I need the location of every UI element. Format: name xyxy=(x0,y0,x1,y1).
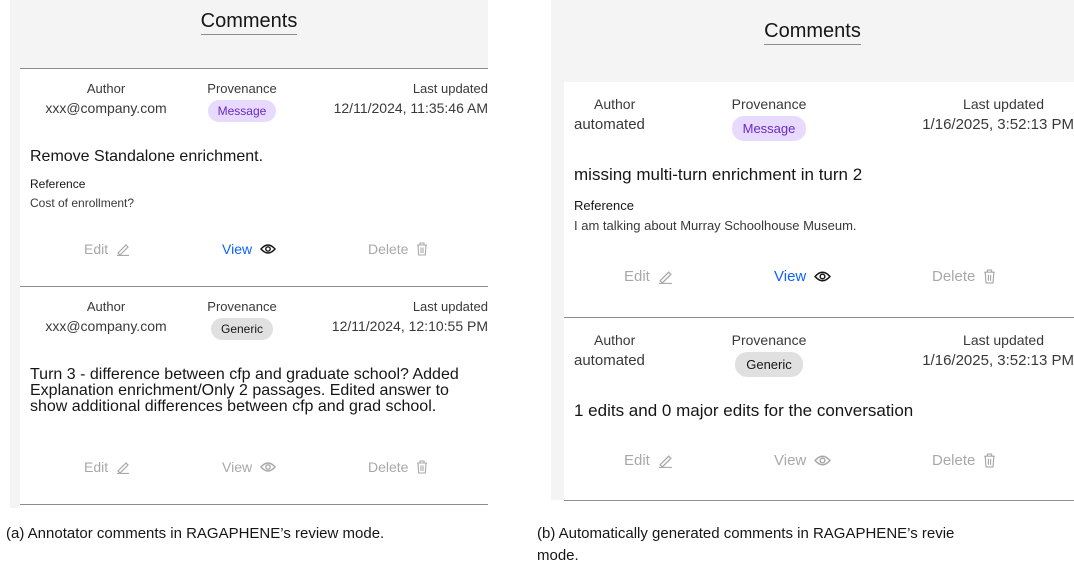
provenance-label: Provenance xyxy=(207,299,277,314)
author-label: Author xyxy=(594,96,636,112)
author-value: xxx@company.com xyxy=(45,100,167,116)
last-updated-value: 1/16/2025, 3:52:13 PM xyxy=(922,352,1074,369)
provenance-tag: Generic xyxy=(735,352,803,377)
delete-label: Delete xyxy=(932,268,976,285)
last-updated-label: Last updated xyxy=(963,96,1044,112)
last-updated-value: 1/16/2025, 3:52:13 PM xyxy=(922,116,1074,133)
author-column: Author automated xyxy=(574,332,664,369)
provenance-column: Provenance Message xyxy=(714,96,824,141)
caption-line-1: (b) Automatically generated comments in … xyxy=(537,525,955,542)
comments-panel-automated: Comments Author automated Provenance Mes… xyxy=(551,0,1074,501)
delete-label: Delete xyxy=(932,452,976,469)
trash-icon xyxy=(417,242,428,256)
provenance-label: Provenance xyxy=(731,332,807,348)
edit-button[interactable]: Edit xyxy=(624,452,673,469)
comment-card: Author automated Provenance Message Last… xyxy=(564,82,1074,318)
comment-list: Author automated Provenance Message Last… xyxy=(564,82,1074,501)
pencil-icon xyxy=(117,462,130,474)
author-column: Author xxx@company.com xyxy=(32,299,180,334)
delete-button[interactable]: Delete xyxy=(932,452,996,469)
last-updated-value: 12/11/2024, 11:35:46 AM xyxy=(333,100,488,116)
author-column: Author automated xyxy=(574,96,664,133)
view-button[interactable]: View xyxy=(222,459,277,475)
last-updated-column: Last updated 1/16/2025, 3:52:13 PM xyxy=(864,96,1074,133)
comment-text: 1 edits and 0 major edits for the conver… xyxy=(574,401,914,420)
comment-card: Author automated Provenance Generic Last… xyxy=(564,318,1074,501)
last-updated-column: Last updated 12/11/2024, 11:35:46 AM xyxy=(302,81,488,116)
author-value: automated xyxy=(574,352,645,369)
edit-button[interactable]: Edit xyxy=(84,241,130,257)
trash-icon xyxy=(417,460,428,474)
trash-icon xyxy=(984,453,996,468)
eye-icon xyxy=(260,244,277,254)
comment-text: Remove Standalone enrichment. xyxy=(30,148,264,165)
provenance-tag: Message xyxy=(207,100,277,122)
last-updated-label: Last updated xyxy=(412,299,488,314)
author-value: automated xyxy=(574,116,645,133)
reference-text: I am talking about Murray Schoolhouse Mu… xyxy=(574,218,857,233)
author-label: Author xyxy=(594,332,636,348)
pencil-icon xyxy=(117,244,130,256)
delete-button[interactable]: Delete xyxy=(368,459,428,475)
pencil-icon xyxy=(658,271,672,284)
eye-icon xyxy=(814,271,832,282)
provenance-tag: Message xyxy=(731,116,807,141)
edit-button[interactable]: Edit xyxy=(84,459,130,475)
view-button[interactable]: View xyxy=(774,452,832,469)
comment-list: Author xxx@company.com Provenance Messag… xyxy=(20,68,488,508)
last-updated-column: Last updated 1/16/2025, 3:52:13 PM xyxy=(864,332,1074,369)
delete-button[interactable]: Delete xyxy=(932,268,996,285)
provenance-column: Provenance Message xyxy=(190,81,294,122)
delete-label: Delete xyxy=(368,241,409,257)
last-updated-value: 12/11/2024, 12:10:55 PM xyxy=(331,318,488,334)
comments-panel-annotator: Comments Author xxx@company.com Provenan… xyxy=(10,0,488,508)
author-column: Author xxx@company.com xyxy=(32,81,180,116)
edit-button[interactable]: Edit xyxy=(624,268,673,285)
figure-caption-a: (a) Annotator comments in RAGAPHENE’s re… xyxy=(6,525,385,542)
comment-card: Author xxx@company.com Provenance Generi… xyxy=(20,287,488,505)
eye-icon xyxy=(814,455,832,466)
trash-icon xyxy=(984,269,996,284)
view-button[interactable]: View xyxy=(222,241,277,257)
eye-icon xyxy=(260,462,277,472)
caption-line-2: mode. xyxy=(537,547,579,564)
view-label: View xyxy=(222,241,253,257)
last-updated-column: Last updated 12/11/2024, 12:10:55 PM xyxy=(302,299,488,334)
edit-label: Edit xyxy=(84,459,109,475)
comment-card: Author xxx@company.com Provenance Messag… xyxy=(20,69,488,287)
provenance-column: Provenance Generic xyxy=(714,332,824,377)
provenance-label: Provenance xyxy=(731,96,807,112)
view-button[interactable]: View xyxy=(774,268,832,285)
comment-text: missing multi-turn enrichment in turn 2 xyxy=(574,165,863,184)
author-label: Author xyxy=(86,299,126,314)
provenance-tag: Generic xyxy=(210,318,274,340)
panel-title: Comments xyxy=(10,10,488,35)
delete-button[interactable]: Delete xyxy=(368,241,428,257)
view-label: View xyxy=(774,452,807,469)
figure-caption-b: (b) Automatically generated comments in … xyxy=(537,523,1074,567)
last-updated-label: Last updated xyxy=(412,81,488,96)
comment-text: Turn 3 - difference between cfp and grad… xyxy=(30,366,459,415)
delete-label: Delete xyxy=(368,459,409,475)
edit-label: Edit xyxy=(624,452,650,469)
reference-label: Reference xyxy=(574,198,634,213)
provenance-label: Provenance xyxy=(207,81,277,96)
author-value: xxx@company.com xyxy=(45,318,167,334)
pencil-icon xyxy=(658,455,672,468)
provenance-column: Provenance Generic xyxy=(190,299,294,340)
panel-title: Comments xyxy=(551,20,1074,45)
last-updated-label: Last updated xyxy=(963,332,1044,348)
reference-text: Cost of enrollment? xyxy=(30,196,135,210)
view-label: View xyxy=(774,268,807,285)
edit-label: Edit xyxy=(624,268,650,285)
reference-label: Reference xyxy=(30,177,86,191)
edit-label: Edit xyxy=(84,241,109,257)
author-label: Author xyxy=(86,81,126,96)
view-label: View xyxy=(222,459,253,475)
